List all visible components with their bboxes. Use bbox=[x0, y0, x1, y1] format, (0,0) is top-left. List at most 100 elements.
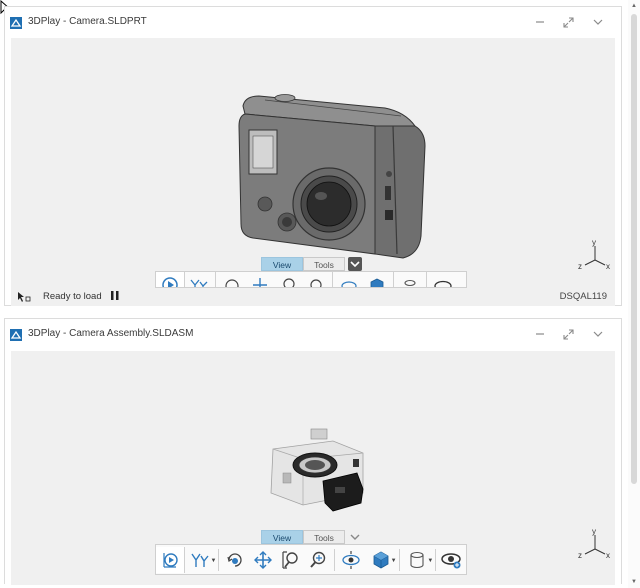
tree-button[interactable] bbox=[185, 272, 213, 287]
visibility-icon bbox=[441, 552, 461, 568]
axis-triad: y z x bbox=[578, 527, 610, 560]
scroll-up-icon[interactable]: ▲ bbox=[629, 2, 639, 10]
play-icon bbox=[162, 277, 178, 287]
eye-orbit-button[interactable] bbox=[335, 272, 363, 287]
chevron-down-icon bbox=[593, 19, 603, 25]
play-button[interactable] bbox=[156, 546, 185, 573]
play-icon bbox=[163, 552, 178, 568]
zoom-icon bbox=[310, 551, 326, 568]
toolbar-separator bbox=[334, 548, 336, 571]
cube-view-icon bbox=[373, 551, 389, 568]
axis-z-label: z bbox=[578, 551, 582, 560]
visibility-button[interactable] bbox=[438, 547, 466, 573]
axis-x-label: x bbox=[606, 262, 610, 271]
section-button[interactable]: ▼ bbox=[402, 547, 433, 573]
panel-camera-part: 3DPlay - Camera.SLDPRT y z x View Tools … bbox=[4, 6, 622, 306]
zoom-button[interactable] bbox=[302, 272, 330, 287]
camera-assembly-model[interactable] bbox=[263, 423, 375, 519]
tab-tools[interactable]: Tools bbox=[303, 530, 345, 544]
rotate-view-icon bbox=[225, 279, 239, 287]
tab-view[interactable]: View bbox=[261, 257, 303, 271]
section-icon bbox=[410, 551, 424, 568]
toolbar-expand-button[interactable] bbox=[348, 530, 362, 544]
toolbar-separator bbox=[215, 272, 216, 287]
minimize-button[interactable] bbox=[531, 325, 549, 343]
section-icon bbox=[404, 279, 416, 287]
zoom-area-icon bbox=[282, 550, 298, 569]
axis-z-label: z bbox=[578, 262, 582, 271]
dropdown-arrow-icon[interactable]: ▼ bbox=[427, 558, 433, 564]
page-scrollbar-thumb[interactable] bbox=[631, 14, 637, 484]
cube-view-button[interactable] bbox=[363, 272, 391, 287]
dropdown-arrow-icon[interactable]: ▼ bbox=[210, 558, 216, 564]
section-button[interactable] bbox=[396, 272, 424, 287]
axis-triad: y z x bbox=[578, 238, 610, 271]
rotate-view-icon bbox=[227, 552, 242, 567]
panel-camera-assembly: 3DPlay - Camera Assembly.SLDASM y z x Vi… bbox=[4, 318, 622, 585]
zoom-button[interactable] bbox=[305, 547, 333, 573]
zoom-area-icon bbox=[283, 278, 295, 287]
panel-menu-button[interactable] bbox=[589, 13, 607, 31]
panel-menu-button[interactable] bbox=[589, 325, 607, 343]
panel-title: 3DPlay - Camera.SLDPRT bbox=[28, 16, 147, 27]
toolbar-separator bbox=[393, 272, 394, 287]
pan-icon bbox=[253, 278, 267, 287]
pan-button[interactable] bbox=[249, 547, 277, 573]
zoom-area-button[interactable] bbox=[274, 272, 302, 287]
maximize-icon bbox=[562, 328, 574, 340]
cube-view-button[interactable]: ▼ bbox=[365, 547, 397, 573]
tree-icon bbox=[190, 553, 209, 567]
chevron-down-icon bbox=[593, 331, 603, 337]
eye-orbit-button[interactable] bbox=[337, 547, 365, 573]
panel-header: 3DPlay - Camera Assembly.SLDASM bbox=[5, 319, 621, 349]
toolbar-separator bbox=[332, 272, 333, 287]
toolbar-separator bbox=[426, 272, 427, 287]
3d-viewport[interactable]: y z x View Tools bbox=[11, 38, 615, 288]
tab-tools[interactable]: Tools bbox=[303, 257, 345, 271]
tree-button[interactable]: ▼ bbox=[185, 547, 216, 573]
camera-part-model[interactable] bbox=[225, 86, 435, 276]
status-bar: Ready to load DSQAL119 bbox=[11, 288, 615, 306]
minimize-icon bbox=[536, 333, 544, 335]
status-text: Ready to load bbox=[43, 291, 102, 302]
visibility-button[interactable] bbox=[429, 272, 457, 287]
3d-viewport[interactable]: y z x View Tools ▼ ▼ ▼ bbox=[11, 351, 615, 585]
pause-icon[interactable] bbox=[111, 291, 119, 300]
axis-x-label: x bbox=[606, 551, 610, 560]
maximize-button[interactable] bbox=[559, 13, 577, 31]
rotate-view-button[interactable] bbox=[221, 547, 249, 573]
rotate-view-button[interactable] bbox=[218, 272, 246, 287]
maximize-button[interactable] bbox=[559, 325, 577, 343]
cube-view-icon bbox=[370, 278, 384, 287]
app-3dplay-icon bbox=[10, 17, 22, 29]
app-3dplay-icon bbox=[10, 329, 22, 341]
toolbar-separator bbox=[398, 548, 400, 571]
eye-orbit-icon bbox=[341, 281, 357, 287]
scroll-down-icon[interactable]: ▼ bbox=[629, 578, 639, 586]
minimize-icon bbox=[536, 21, 544, 23]
toolbar-separator bbox=[435, 548, 437, 571]
tree-icon bbox=[190, 279, 208, 287]
maximize-icon bbox=[562, 16, 574, 28]
pan-icon bbox=[253, 550, 272, 569]
panel-title: 3DPlay - Camera Assembly.SLDASM bbox=[28, 328, 194, 339]
toolbar-collapse-button[interactable] bbox=[348, 257, 362, 271]
toolbar-tabs: View Tools bbox=[261, 257, 345, 271]
zoom-area-button[interactable] bbox=[277, 547, 305, 573]
play-button[interactable] bbox=[156, 272, 185, 287]
minimize-button[interactable] bbox=[531, 13, 549, 31]
toolbar-separator bbox=[218, 548, 220, 571]
axis-y-label: y bbox=[592, 527, 596, 536]
zoom-icon bbox=[310, 279, 322, 287]
view-toolbar: ▼ ▼ ▼ bbox=[155, 544, 467, 575]
toolbar-tabs: View Tools bbox=[261, 530, 345, 544]
dropdown-arrow-icon[interactable]: ▼ bbox=[391, 558, 397, 564]
axis-y-label: y bbox=[592, 238, 596, 247]
tab-view[interactable]: View bbox=[261, 530, 303, 544]
view-toolbar bbox=[155, 271, 467, 288]
select-cursor-icon[interactable] bbox=[17, 291, 31, 303]
visibility-icon bbox=[434, 280, 452, 287]
pan-button[interactable] bbox=[246, 272, 274, 287]
panel-header: 3DPlay - Camera.SLDPRT bbox=[5, 7, 621, 37]
eye-orbit-icon bbox=[342, 550, 360, 569]
